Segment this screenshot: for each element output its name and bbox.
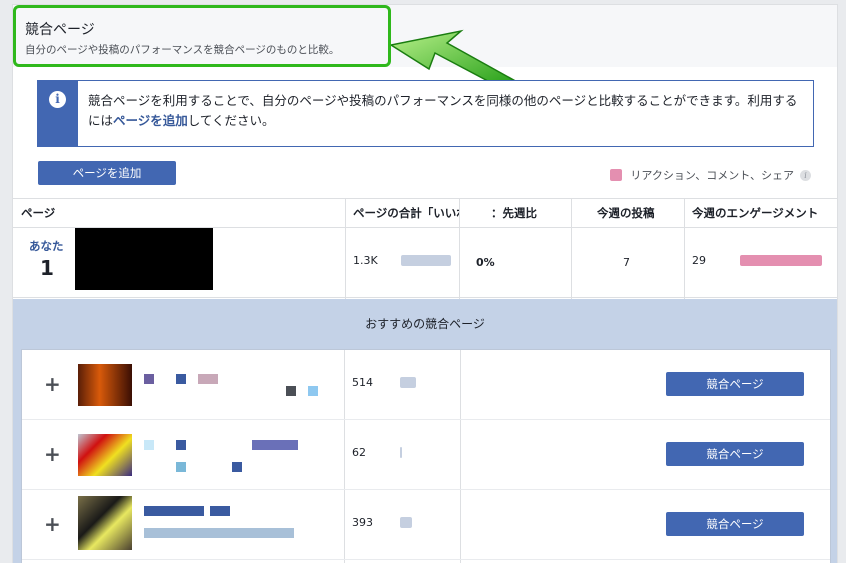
page-avatar (78, 496, 132, 550)
notice-text: 競合ページを利用することで、自分のページや投稿のパフォーマンスを同様の他のページ… (88, 91, 808, 131)
recommended-row: + 62 競合ページ (22, 420, 830, 490)
recommended-likes-bar (400, 447, 402, 458)
add-competitor-button[interactable]: 競合ページ (666, 372, 804, 396)
recommended-row: + 514 競合ページ (22, 350, 830, 420)
page-avatar (78, 364, 132, 406)
recommended-likes: 514 (352, 376, 373, 389)
recommended-likes-bar (400, 377, 416, 388)
blurred-text (144, 506, 204, 516)
you-change: 0% (476, 256, 495, 269)
add-page-link[interactable]: ページを追加 (113, 113, 188, 128)
legend-swatch (610, 169, 623, 181)
info-icon: i (49, 91, 66, 108)
blurred-text (144, 374, 154, 384)
add-competitor-button[interactable]: 競合ページ (666, 442, 804, 466)
you-engagement: 29 (692, 254, 706, 267)
header-engagement[interactable]: 今週のエンゲージメント (692, 199, 818, 227)
header-page: ページ (21, 206, 56, 220)
page-avatar (78, 434, 132, 476)
blurred-text (198, 374, 218, 384)
info-notice: i 競合ページを利用することで、自分のページや投稿のパフォーマンスを同様の他のペ… (37, 80, 814, 147)
you-engagement-bar (740, 255, 822, 266)
you-likes-bar (401, 255, 451, 266)
competitors-panel: 競合ページ 自分のページや投稿のパフォーマンスを競合ページのものと比較。 i 競… (12, 4, 838, 563)
redacted-page-name (75, 228, 213, 290)
plus-icon[interactable]: + (44, 442, 61, 466)
blurred-text (210, 506, 230, 516)
blurred-text (308, 386, 318, 396)
header-change[interactable]: ：先週比 (491, 199, 537, 227)
you-total-likes: 1.3K (353, 254, 378, 267)
recommended-likes: 62 (352, 446, 366, 459)
info-small-icon[interactable]: i (800, 169, 811, 181)
competitors-screen: 競合ページ 自分のページや投稿のパフォーマンスを競合ページのものと比較。 i 競… (0, 0, 846, 563)
you-posts: 7 (623, 256, 630, 269)
recommended-title: おすすめの競合ページ (365, 317, 485, 331)
you-rank: 1 (40, 256, 54, 280)
plus-icon[interactable]: + (44, 512, 61, 536)
table-header: ページ ページの合計「いいね！」 ：先週比 今週の投稿 今週のエンゲージメント (13, 198, 837, 299)
blurred-text (176, 462, 186, 472)
header-posts[interactable]: 今週の投稿 (597, 199, 655, 227)
blurred-text (252, 440, 298, 450)
your-page-row: あなた 1 1.3K 0% 7 29 (13, 228, 837, 298)
blurred-text (144, 528, 294, 538)
blurred-text (176, 440, 186, 450)
recommended-list: + 514 競合ページ + 62 競合ページ + 393 競合ページ (21, 349, 831, 563)
recommended-likes: 393 (352, 516, 373, 529)
recommended-section: おすすめの競合ページ + 514 競合ページ + 62 競合ページ + 393 … (13, 299, 837, 563)
add-competitor-button[interactable]: 競合ページ (666, 512, 804, 536)
blurred-text (176, 374, 186, 384)
add-page-button[interactable]: ページを追加 (38, 161, 176, 185)
you-label: あなた (29, 239, 64, 253)
blurred-text (144, 440, 154, 450)
blurred-text (232, 462, 242, 472)
notice-bar: i (38, 81, 78, 146)
legend-label: リアクション、コメント、シェア (630, 169, 794, 182)
header-total-likes[interactable]: ページの合計「いいね！」 (353, 199, 459, 227)
highlight-box (13, 5, 391, 67)
recommended-likes-bar (400, 517, 412, 528)
blurred-text (286, 386, 296, 396)
plus-icon[interactable]: + (44, 372, 61, 396)
notice-text-after: してください。 (187, 113, 275, 128)
recommended-row: + 393 競合ページ (22, 490, 830, 560)
legend: リアクション、コメント、シェア i (610, 167, 811, 183)
